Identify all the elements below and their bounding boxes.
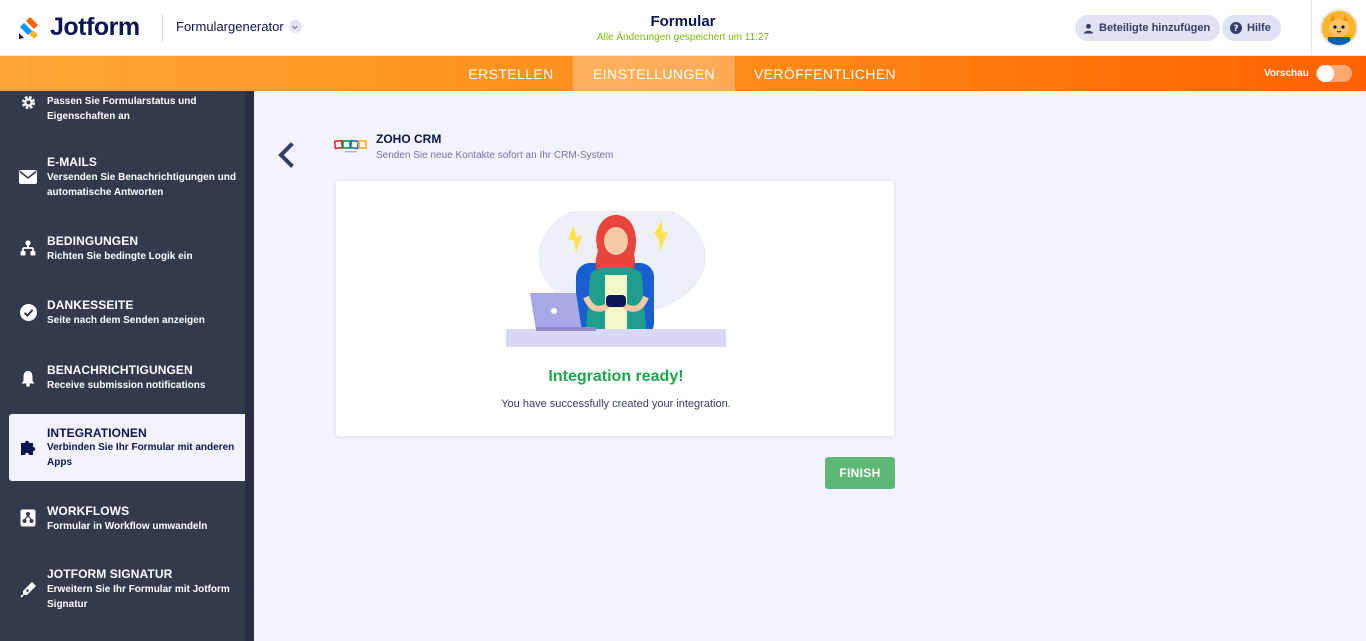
sidebar-item-signature[interactable]: JOTFORM SIGNATUR Erweitern Sie Ihr Formu…	[9, 561, 245, 621]
integration-ready-message: You have successfully created your integ…	[501, 398, 731, 410]
sidebar-item-desc: Passen Sie Formularstatus und Eigenschaf…	[47, 96, 197, 122]
sidebar-item-thankyou[interactable]: DANKESSEITE Seite nach dem Senden anzeig…	[9, 291, 245, 341]
check-circle-icon	[19, 303, 37, 321]
sidebar-item-desc: Erweitern Sie Ihr Formular mit Jotform S…	[47, 584, 230, 610]
save-status: Alle Änderungen gespeichert um 11:27	[596, 32, 770, 43]
sidebar-item-title: BEDINGUNGEN	[47, 234, 139, 248]
svg-text:?: ?	[1233, 24, 1238, 34]
sidebar-item-title: JOTFORM SIGNATUR	[47, 567, 173, 581]
integration-result-card: Integration ready! You have successfully…	[335, 180, 895, 437]
user-icon	[1084, 23, 1093, 33]
tab-publish[interactable]: VERÖFFENTLICHEN	[735, 56, 915, 91]
preview-label: Vorschau	[1264, 68, 1309, 79]
sidebar-item-notifications[interactable]: BENACHRICHTIGUNGEN Receive submission no…	[9, 356, 245, 406]
add-participants-label: Beteiligte hinzufügen	[1099, 22, 1211, 34]
sidebar-item-title: DANKESSEITE	[47, 298, 134, 312]
workflow-icon	[19, 509, 37, 527]
logo-text: Jotform	[50, 13, 140, 41]
back-arrow-icon[interactable]	[276, 142, 296, 168]
pen-icon	[19, 580, 37, 598]
sidebar-item-conditions[interactable]: BEDINGUNGEN Richten Sie bedingte Logik e…	[9, 227, 245, 277]
tab-create[interactable]: ERSTELLEN	[449, 56, 573, 91]
finish-button[interactable]: FINISH	[825, 457, 895, 489]
sidebar-item-desc: Receive submission notifications	[47, 380, 206, 391]
bell-icon	[19, 369, 37, 387]
jotform-logo-icon	[19, 16, 38, 39]
sidebar-item-title: E-MAILS	[47, 155, 98, 169]
question-icon: ?	[1230, 22, 1242, 34]
avatar[interactable]	[1320, 9, 1358, 47]
sitemap-icon	[19, 239, 37, 257]
sidebar-item-workflows[interactable]: WORKFLOWS Formular in Workflow umwandeln	[9, 497, 245, 547]
chevron-down-icon	[288, 20, 302, 33]
sidebar-item-title: BENACHRICHTIGUNGEN	[47, 363, 193, 377]
sidebar-item-desc: Verbinden Sie Ihr Formular mit anderen A…	[47, 442, 235, 468]
sidebar-item-desc: Versenden Sie Benachrichtigungen und aut…	[47, 172, 236, 198]
integration-description: Senden Sie neue Kontakte sofort an Ihr C…	[376, 150, 614, 161]
integration-name: ZOHO CRM	[376, 132, 442, 146]
sidebar-item-integrations[interactable]: INTEGRATIONEN Verbinden Sie Ihr Formular…	[9, 414, 245, 481]
sidebar-item-form-settings[interactable]: Passen Sie Formularstatus und Eigenschaf…	[9, 91, 245, 141]
sidebar-item-title: INTEGRATIONEN	[47, 426, 147, 440]
sidebar-item-desc: Seite nach dem Senden anzeigen	[47, 315, 205, 326]
tab-settings[interactable]: EINSTELLUNGEN	[573, 56, 735, 91]
preview-toggle-knob	[1317, 65, 1334, 82]
cat-avatar-icon	[1322, 11, 1356, 45]
zoho-logo-icon	[334, 139, 367, 153]
avatar-container[interactable]	[1311, 0, 1366, 56]
settings-sidebar: Passen Sie Formularstatus und Eigenschaf…	[0, 91, 254, 641]
main-nav: ERSTELLEN EINSTELLUNGEN VERÖFFENTLICHEN …	[0, 56, 1366, 91]
builder-label: Formulargenerator	[176, 19, 284, 34]
help-button[interactable]: ? Hilfe	[1222, 15, 1281, 41]
top-header: Jotform Formulargenerator Formular Alle …	[0, 0, 1366, 56]
sidebar-item-desc: Richten Sie bedingte Logik ein	[47, 251, 193, 262]
gear-icon	[19, 93, 37, 111]
add-participants-button[interactable]: Beteiligte hinzufügen	[1075, 15, 1221, 41]
sidebar-scrollbar[interactable]	[245, 91, 254, 641]
envelope-icon	[19, 168, 37, 186]
form-title[interactable]: Formular	[583, 13, 783, 30]
preview-toggle[interactable]	[1316, 65, 1352, 82]
builder-dropdown[interactable]: Formulargenerator	[176, 19, 302, 34]
jotform-logo[interactable]: Jotform	[16, 13, 140, 42]
integration-ready-illustration	[506, 211, 726, 347]
header-divider	[162, 14, 163, 42]
sidebar-item-emails[interactable]: E-MAILS Versenden Sie Benachrichtigungen…	[9, 149, 245, 209]
help-label: Hilfe	[1247, 22, 1271, 34]
puzzle-icon	[19, 438, 37, 456]
sidebar-item-desc: Formular in Workflow umwandeln	[47, 521, 208, 532]
sidebar-item-title: WORKFLOWS	[47, 504, 130, 518]
integration-ready-title: Integration ready!	[548, 368, 684, 385]
